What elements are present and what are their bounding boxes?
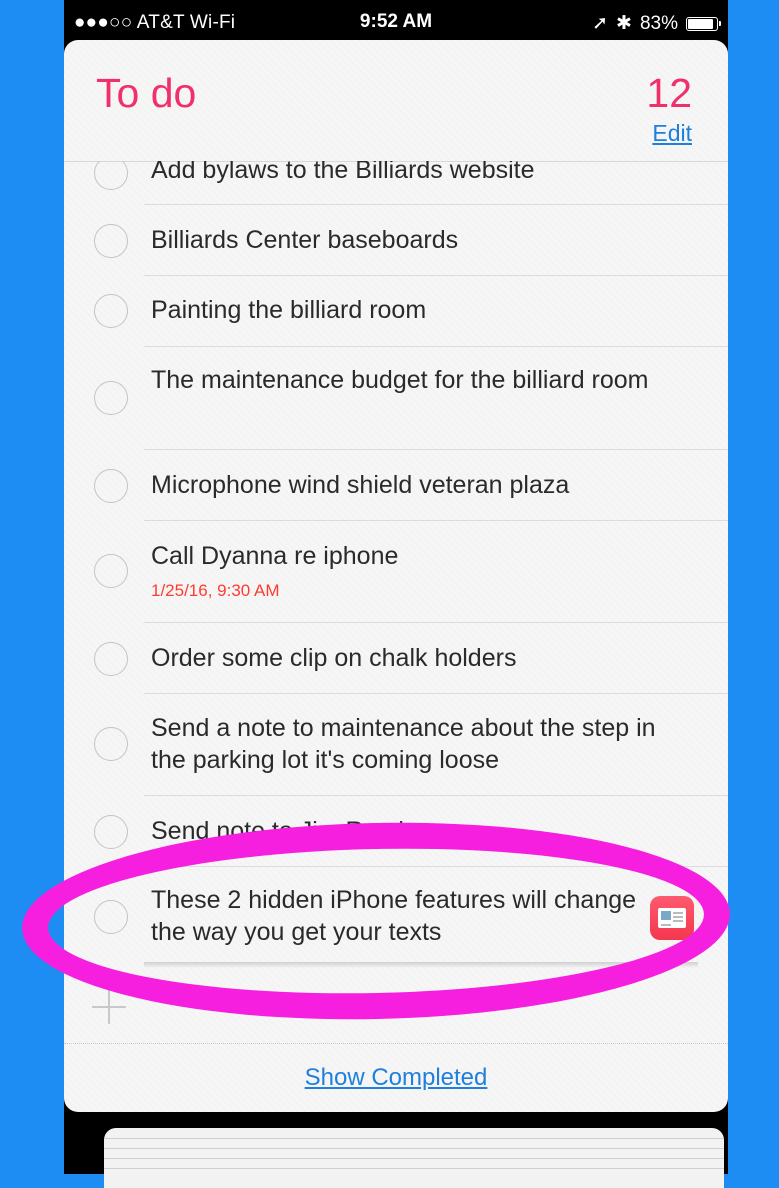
checkbox-circle[interactable] xyxy=(94,469,128,503)
checkbox-circle[interactable] xyxy=(94,815,128,849)
show-completed-button[interactable]: Show Completed xyxy=(64,1064,728,1092)
edit-button[interactable]: Edit xyxy=(652,120,692,147)
stacked-lists[interactable] xyxy=(104,1128,724,1188)
list-item[interactable]: The maintenance budget for the billiard … xyxy=(64,347,728,450)
location-icon: ➚ xyxy=(592,13,609,34)
item-text: The maintenance budget for the billiard … xyxy=(151,366,649,394)
checkbox-circle[interactable] xyxy=(94,381,128,415)
list-item[interactable]: Microphone wind shield veteran plaza xyxy=(64,450,728,521)
item-text: Order some clip on chalk holders xyxy=(151,644,517,672)
list-item[interactable]: Billiards Center baseboards xyxy=(64,205,728,276)
checkbox-circle[interactable] xyxy=(94,727,128,761)
item-text: Call Dyanna re iphone xyxy=(151,542,399,570)
bluetooth-icon: ✱ xyxy=(616,13,632,34)
item-text: Billiards Center baseboards xyxy=(151,226,459,254)
item-text: Painting the billiard room xyxy=(151,296,427,324)
checkbox-circle[interactable] xyxy=(94,554,128,588)
checkbox-circle[interactable] xyxy=(94,224,128,258)
due-date: 1/25/16, 9:30 AM xyxy=(151,581,280,600)
plus-icon[interactable] xyxy=(92,990,126,1024)
list-title: To do xyxy=(96,70,197,116)
item-count: 12 xyxy=(646,70,692,116)
dotted-divider xyxy=(64,1043,728,1044)
list-item[interactable]: Add bylaws to the Billiards website xyxy=(64,161,728,205)
list-item[interactable]: Painting the billiard room xyxy=(64,276,728,347)
item-text: Send a note to maintenance about the ste… xyxy=(151,714,656,774)
item-text: Add bylaws to the Billiards website xyxy=(151,161,535,184)
list-item[interactable]: Call Dyanna re iphone 1/25/16, 9:30 AM xyxy=(64,521,728,623)
checkbox-circle[interactable] xyxy=(94,161,128,190)
list-item[interactable]: Order some clip on chalk holders xyxy=(64,623,728,694)
checkbox-circle[interactable] xyxy=(94,294,128,328)
status-right: ➚ ✱ 83% xyxy=(592,12,721,35)
status-bar: ●●●○○ AT&T Wi-Fi 9:52 AM ➚ ✱ 83% xyxy=(64,0,728,40)
item-text: Microphone wind shield veteran plaza xyxy=(151,471,570,499)
checkbox-circle[interactable] xyxy=(94,642,128,676)
list-item[interactable]: Send a note to maintenance about the ste… xyxy=(64,694,728,796)
battery-percent: 83% xyxy=(639,12,678,34)
battery-icon xyxy=(686,16,721,31)
